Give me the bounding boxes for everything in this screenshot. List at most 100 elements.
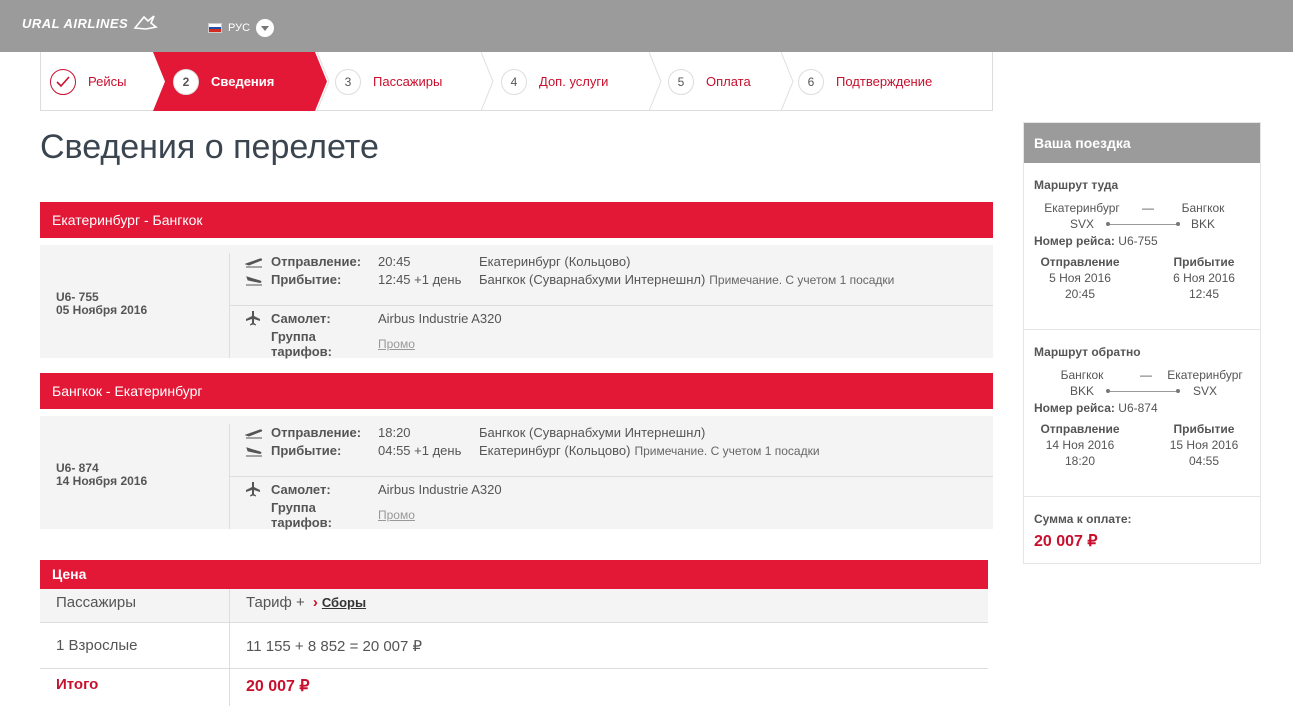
step-number: 6	[798, 68, 824, 95]
step-number: 2	[173, 68, 199, 95]
column-divider	[229, 589, 230, 706]
flight-date: 14 Ноября 2016	[56, 474, 148, 488]
step-label: Оплата	[706, 74, 751, 89]
arrival-place: Бангкок (Суварнабхуми Интернешнл)	[479, 272, 706, 287]
passengers-column-header: Пассажиры	[56, 594, 137, 611]
route-dot	[1106, 222, 1110, 226]
flight-date: 05 Ноября 2016	[56, 303, 148, 317]
step-label: Рейсы	[88, 74, 127, 89]
arrival-place: Екатеринбург (Кольцово)	[479, 443, 631, 458]
flight-card-outbound: U6- 755 05 Ноября 2016 Отправление: 20:4…	[40, 245, 993, 359]
flight-number: U6- 874 14 Ноября 2016	[56, 462, 147, 488]
step-details[interactable]: 2 Сведения	[173, 52, 274, 111]
to-city: Екатеринбург	[1167, 368, 1243, 382]
step-label: Пассажиры	[373, 74, 443, 89]
fare-row: Группа тарифов: Промо	[245, 500, 415, 530]
language-label: РУС	[228, 22, 251, 34]
step-label: Доп. услуги	[539, 74, 609, 89]
from-city: Бангкок	[1060, 368, 1104, 382]
step-number: 5	[668, 68, 694, 95]
divider	[230, 305, 993, 306]
fare-group-link[interactable]: Промо	[378, 337, 415, 351]
aircraft-label: Самолет:	[271, 481, 331, 497]
arrival-info: Прибытие 6 Ноя 2016 12:45	[1173, 255, 1235, 301]
fare-group-label: Группа тарифов:	[271, 329, 332, 359]
total-value: 20 007 ₽	[246, 678, 310, 695]
logo-text: URAL AIRLINES	[22, 15, 129, 31]
flight-card-return: U6- 874 14 Ноября 2016 Отправление: 18:2…	[40, 416, 993, 530]
departure-row: Отправление: 20:45 Екатеринбург (Кольцов…	[245, 254, 630, 269]
chevron-right-icon: ›	[312, 594, 318, 611]
fare-row: Группа тарифов: Промо	[245, 329, 415, 359]
to-city: Бангкок	[1181, 201, 1225, 215]
departure-place: Бангкок (Суварнабхуми Интернешнл)	[479, 425, 706, 440]
landing-icon	[245, 274, 265, 286]
outbound-title: Маршрут туда	[1034, 178, 1119, 192]
checkmark-icon	[50, 68, 76, 95]
arrival-info: Прибытие 15 Ноя 2016 04:55	[1169, 422, 1239, 468]
aircraft-row: Самолет: Airbus Industrie A320	[245, 310, 502, 326]
step-flights[interactable]: Рейсы	[50, 52, 126, 111]
price-header: Цена	[40, 560, 988, 589]
chevron-down-icon[interactable]	[256, 19, 275, 37]
arrival-time: 12:45 +1 день	[378, 272, 462, 287]
takeoff-icon	[245, 427, 265, 439]
landing-icon	[245, 445, 265, 457]
return-summary: Маршрут обратно Бангкок BKK — Екатеринбу…	[1024, 330, 1260, 497]
departure-info: Отправление 5 Ноя 2016 20:45	[1040, 255, 1120, 301]
step-separator	[649, 52, 662, 111]
top-bar: URAL AIRLINES РУС	[0, 0, 1293, 52]
route-dash: —	[1140, 368, 1152, 382]
step-extras[interactable]: 4 Доп. услуги	[501, 52, 608, 111]
trip-summary-title: Ваша поездка	[1024, 123, 1260, 163]
takeoff-icon	[245, 256, 265, 268]
stopover-note: Примечание. С учетом 1 посадки	[709, 272, 895, 287]
departure-time: 20:45	[378, 254, 411, 269]
step-separator	[481, 52, 494, 111]
flight-number-line: Номер рейса: U6-755	[1034, 234, 1158, 248]
booking-steps: Рейсы 2 Сведения 3 Пассажиры 4 Доп. услу…	[40, 52, 993, 111]
fare-group-link[interactable]: Промо	[378, 508, 415, 522]
step-confirmation[interactable]: 6 Подтверждение	[798, 52, 932, 111]
step-separator	[781, 52, 794, 111]
divider	[230, 476, 993, 477]
route-dash: —	[1142, 201, 1154, 215]
step-payment[interactable]: 5 Оплата	[668, 52, 751, 111]
price-table-header: Пассажиры Тариф + › Сборы	[40, 589, 988, 623]
departure-label: Отправление:	[271, 425, 362, 440]
flight-number-line: Номер рейса: U6-874	[1034, 401, 1158, 415]
language-selector[interactable]: РУС	[208, 19, 275, 37]
tariff-column-header: Тариф + › Сборы	[246, 594, 366, 611]
step-number: 3	[335, 68, 361, 95]
trip-summary-panel: Ваша поездка Маршрут туда Екатеринбург S…	[1023, 122, 1261, 564]
outbound-summary: Маршрут туда Екатеринбург SVX — Бангкок …	[1024, 163, 1260, 330]
step-label: Подтверждение	[836, 74, 933, 89]
airline-logo[interactable]: URAL AIRLINES	[22, 13, 159, 33]
departure-row: Отправление: 18:20 Бангкок (Суварнабхуми…	[245, 425, 705, 440]
from-city: Екатеринбург	[1044, 201, 1120, 215]
arrival-label: Прибытие:	[271, 272, 342, 287]
griffin-logo-icon	[133, 15, 159, 30]
total-due-label: Сумма к оплате:	[1034, 512, 1132, 526]
total-row: Итого 20 007 ₽	[40, 669, 988, 706]
step-passengers[interactable]: 3 Пассажиры	[335, 52, 442, 111]
aircraft-model: Airbus Industrie A320	[378, 481, 502, 497]
total-label: Итого	[56, 676, 99, 693]
passenger-count: 1 Взрослые	[56, 637, 138, 654]
arrival-row: Прибытие: 04:55 +1 день Екатеринбург (Ко…	[245, 443, 820, 458]
step-separator	[317, 52, 330, 111]
aircraft-row: Самолет: Airbus Industrie A320	[245, 481, 502, 497]
fare-group-label: Группа тарифов:	[271, 500, 332, 530]
route-line	[1108, 224, 1178, 225]
to-code: SVX	[1192, 384, 1217, 398]
fees-link[interactable]: Сборы	[322, 595, 366, 610]
route-header-outbound: Екатеринбург - Бангкок	[40, 202, 993, 238]
route-dot	[1106, 389, 1110, 393]
fare-calculation: 11 155 + 8 852 = 20 007 ₽	[246, 638, 423, 655]
aircraft-label: Самолет:	[271, 310, 331, 326]
stopover-note: Примечание. С учетом 1 посадки	[634, 443, 820, 458]
departure-label: Отправление:	[271, 254, 362, 269]
price-table: Пассажиры Тариф + › Сборы 1 Взрослые 11 15…	[40, 589, 988, 706]
aircraft-model: Airbus Industrie A320	[378, 310, 502, 326]
route-header-return: Бангкок - Екатеринбург	[40, 373, 993, 409]
